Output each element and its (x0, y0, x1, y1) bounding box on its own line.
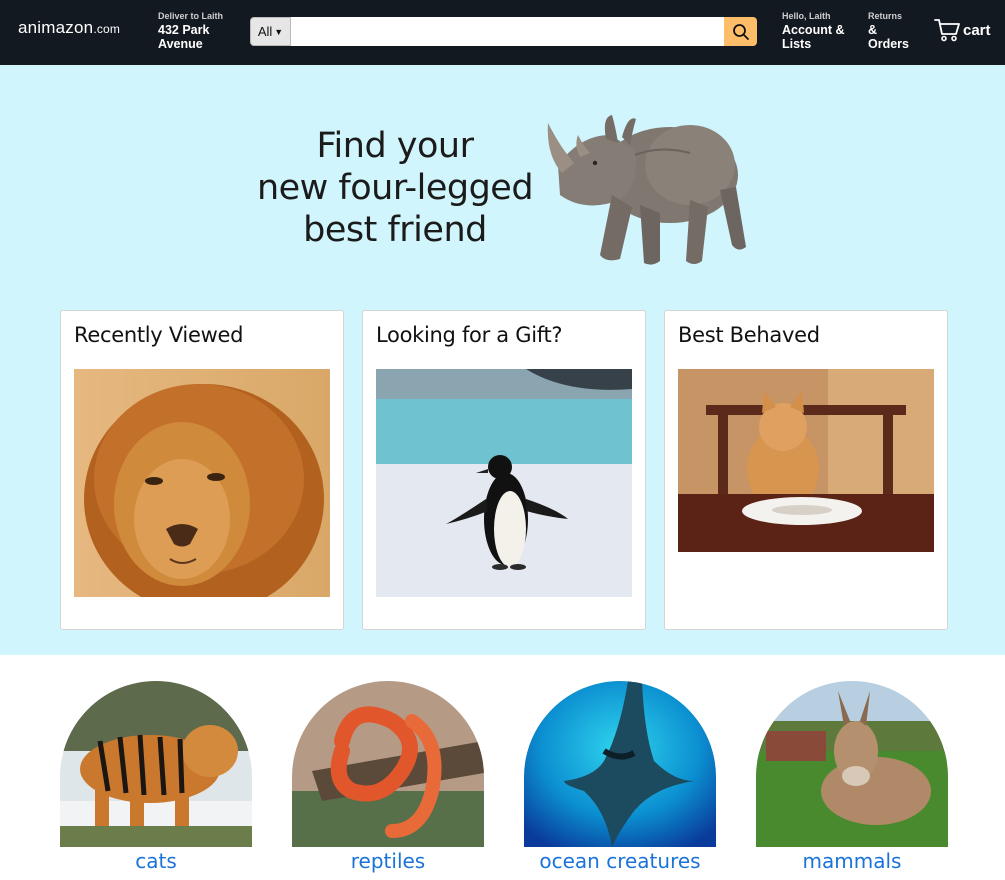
deliver-address-line-1: 432 Park (158, 23, 210, 37)
cart-label: cart (963, 21, 991, 39)
category-ocean-creatures[interactable]: ocean creatures (524, 681, 716, 873)
card-looking-for-a-gift[interactable]: Looking for a Gift? (362, 310, 646, 630)
account-and-lists[interactable]: Hello, Laith Account & Lists (782, 9, 845, 51)
lion-image (74, 369, 330, 597)
site-logo[interactable]: animazon.com (18, 18, 120, 38)
hero-banner: Find your new four-legged best friend Re… (0, 65, 1005, 655)
card-best-behaved[interactable]: Best Behaved (664, 310, 948, 630)
snake-image (292, 681, 484, 847)
deliver-to-location[interactable]: Deliver to Laith 432 Park Avenue (158, 9, 223, 51)
card-recently-viewed[interactable]: Recently Viewed (60, 310, 344, 630)
card-title: Best Behaved (678, 323, 820, 347)
deliver-to-label: Deliver to Laith (158, 11, 224, 21)
tiger-image (60, 681, 252, 847)
search-icon (732, 23, 749, 40)
category-label[interactable]: mammals (756, 849, 948, 873)
category-reptiles[interactable]: reptiles (292, 681, 484, 873)
category-label[interactable]: ocean creatures (524, 849, 716, 873)
hero-title-line-2: new four-legged (256, 168, 534, 208)
hero-title-line-1: Find your (316, 126, 474, 166)
card-title: Recently Viewed (74, 323, 244, 347)
cart-button[interactable]: cart (934, 18, 991, 42)
donkey-image (756, 681, 948, 847)
logo-name: animazon (18, 18, 94, 37)
penguin-image (376, 369, 632, 597)
search-category-value: All (257, 24, 273, 39)
cart-icon (934, 19, 960, 42)
search-input[interactable] (291, 17, 724, 46)
top-nav-bar: animazon.com Deliver to Laith 432 Park A… (0, 0, 1005, 65)
chevron-down-icon: ▼ (274, 26, 284, 37)
category-section: cats reptiles ocean creatures mammals (0, 655, 1005, 880)
rhino-image (547, 115, 746, 265)
manta-ray-image (524, 681, 716, 847)
search-button[interactable] (724, 17, 757, 46)
hero-title: Find your new four-legged best friend (250, 125, 540, 251)
returns-label-line-2: Orders (868, 37, 909, 51)
account-label-line-1: Account & (782, 23, 845, 37)
category-label[interactable]: reptiles (292, 849, 484, 873)
category-mammals[interactable]: mammals (756, 681, 948, 873)
logo-domain: .com (93, 22, 121, 36)
category-cats[interactable]: cats (60, 681, 252, 873)
deliver-address-line-2: Avenue (158, 37, 203, 51)
returns-label: Returns (868, 11, 903, 21)
account-greeting: Hello, Laith (782, 11, 831, 21)
returns-label-line-1: & (868, 23, 878, 37)
cat-at-table-image (678, 369, 934, 552)
returns-and-orders[interactable]: Returns & Orders (868, 9, 909, 51)
account-label-line-2: Lists (782, 37, 812, 51)
search-category-select[interactable]: All ▼ (250, 17, 291, 46)
hero-title-line-3: best friend (303, 210, 487, 250)
card-title: Looking for a Gift? (376, 323, 563, 347)
search-bar: All ▼ (250, 17, 757, 46)
category-label[interactable]: cats (60, 849, 252, 873)
